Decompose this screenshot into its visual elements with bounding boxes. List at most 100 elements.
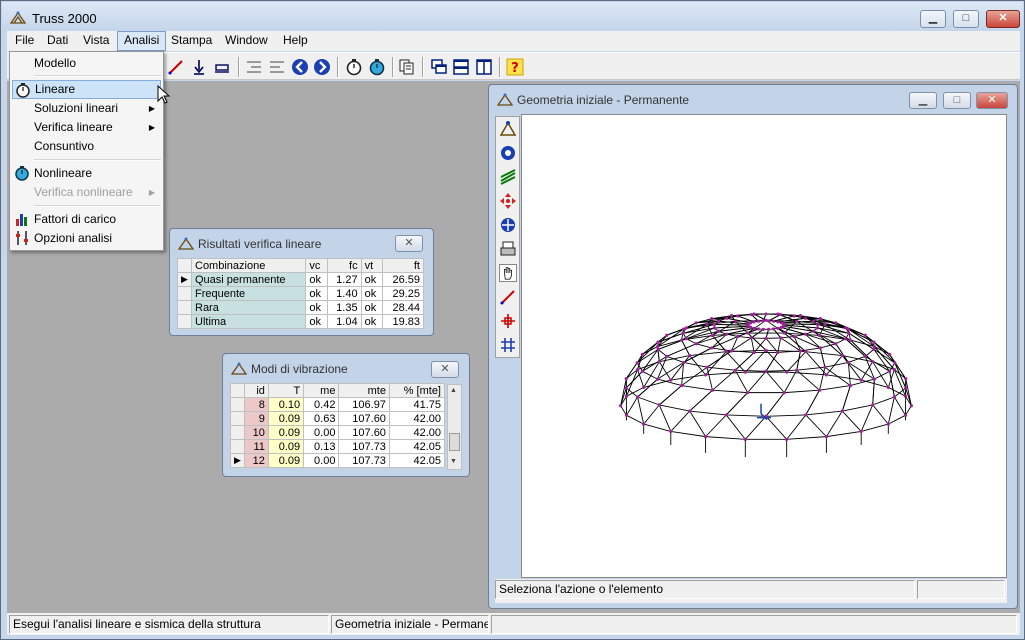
minimize-button[interactable]: ▁ xyxy=(920,10,946,28)
pan-icon[interactable] xyxy=(499,192,517,210)
col-fc: fc xyxy=(327,258,362,273)
menuitem-consuntivo[interactable]: Consuntivo xyxy=(12,137,161,156)
scroll-thumb[interactable] xyxy=(449,433,460,451)
menu-analisi[interactable]: Analisi xyxy=(117,31,167,51)
stopwatch-nonlinear-icon[interactable] xyxy=(368,58,386,76)
copy-pages-icon[interactable] xyxy=(398,58,416,76)
col-vt: vt xyxy=(360,258,384,273)
table-header-row: Combinazione vc fc vt ft xyxy=(177,258,424,273)
geometry-window: Geometria iniziale - Permanente ▁ □ ✕ Se… xyxy=(488,84,1018,609)
menuitem-opzioni-analisi[interactable]: Opzioni analisi xyxy=(12,229,161,248)
table-row[interactable]: Frequente ok 1.40 ok 29.25 xyxy=(177,286,424,301)
draw-member-icon[interactable] xyxy=(499,288,517,306)
list-right-icon[interactable] xyxy=(268,58,286,76)
list-left-icon[interactable] xyxy=(245,58,263,76)
truss-app-icon xyxy=(10,11,26,24)
col-id: id xyxy=(244,383,269,398)
table-row[interactable]: 8 0.10 0.42 106.97 41.75 xyxy=(230,397,446,412)
col-combinazione: Combinazione xyxy=(190,258,307,273)
menuitem-fattori-di-carico[interactable]: Fattori di carico xyxy=(12,210,161,229)
load-arrow-icon[interactable] xyxy=(190,58,208,76)
submenu-arrow-icon: ▶ xyxy=(148,123,155,132)
menuitem-nonlineare[interactable]: Nonlineare xyxy=(12,164,161,183)
analisi-dropdown: Modello Lineare Soluzioni lineari ▶ Verif… xyxy=(9,51,164,251)
cascade-windows-icon[interactable] xyxy=(430,58,448,76)
table-row[interactable]: 11 0.09 0.13 107.73 42.05 xyxy=(230,439,446,454)
back-arrow-icon[interactable] xyxy=(291,58,309,76)
sliders-icon xyxy=(16,231,28,245)
title-bar: Truss 2000 ▁ □ ✕ xyxy=(2,2,1023,32)
menu-dati[interactable]: Dati xyxy=(41,31,74,51)
col-me: me xyxy=(303,383,340,398)
geometry-toolbar xyxy=(495,116,520,358)
menuitem-verifica-lineare[interactable]: Verifica lineare ▶ xyxy=(12,118,161,137)
table-row[interactable]: 10 0.09 0.00 107.60 42.00 xyxy=(230,425,446,440)
scroll-down-icon[interactable]: ▼ xyxy=(450,458,457,465)
stopwatch-icon[interactable] xyxy=(345,58,363,76)
submenu-arrow-icon: ▶ xyxy=(148,104,155,113)
axis-gizmo xyxy=(757,403,771,421)
menuitem-soluzioni-lineari[interactable]: Soluzioni lineari ▶ xyxy=(12,99,161,118)
geometry-title: Geometria iniziale - Permanente xyxy=(517,93,690,107)
dome-members xyxy=(620,313,912,458)
current-row-indicator: ▶ xyxy=(230,453,245,468)
draw-line-icon[interactable] xyxy=(167,58,185,76)
geometry-maximize-button[interactable]: □ xyxy=(943,92,971,109)
table-row[interactable]: ▶ Quasi permanente ok 1.27 ok 26.59 xyxy=(177,272,424,287)
tile-vertical-icon[interactable] xyxy=(475,58,493,76)
col-percent-mte: % [mte] xyxy=(388,383,446,398)
maximize-button[interactable]: □ xyxy=(953,10,979,28)
table-header-row: id T me mte % [mte] xyxy=(230,383,446,398)
scroll-up-icon[interactable]: ▲ xyxy=(450,387,457,394)
menu-help[interactable]: Help xyxy=(277,31,314,51)
menuitem-lineare[interactable]: Lineare xyxy=(12,80,161,99)
table-row[interactable]: 9 0.09 0.63 107.60 42.00 xyxy=(230,411,446,426)
app-title: Truss 2000 xyxy=(32,11,97,26)
geometry-minimize-button[interactable]: ▁ xyxy=(909,92,937,109)
verifica-close-button[interactable]: ✕ xyxy=(395,235,423,252)
modi-close-button[interactable]: ✕ xyxy=(431,361,459,378)
print-icon[interactable] xyxy=(499,240,517,258)
table-row[interactable]: Ultima ok 1.04 ok 19.83 xyxy=(177,314,424,329)
modi-window: Modi di vibrazione ✕ id T me mte % [mte]… xyxy=(222,353,470,477)
stopwatch-nonlinear-icon xyxy=(15,166,29,181)
menu-window[interactable]: Window xyxy=(219,31,274,51)
node-icon[interactable] xyxy=(499,312,517,330)
col-mte: mte xyxy=(338,383,390,398)
verifica-title: Risultati verifica lineare xyxy=(198,237,322,251)
table-row[interactable]: Rara ok 1.35 ok 28.44 xyxy=(177,300,424,315)
support-icon[interactable] xyxy=(213,58,231,76)
menuitem-verifica-nonlineare: Verifica nonlineare ▶ xyxy=(12,183,161,202)
target-icon[interactable] xyxy=(499,216,517,234)
geometry-status-panel xyxy=(917,580,1005,599)
close-button[interactable]: ✕ xyxy=(986,10,1020,28)
modi-scrollbar[interactable]: ▲ ▼ xyxy=(447,384,462,470)
status-hint: Esegui l'analisi lineare e sismica della… xyxy=(9,615,329,634)
verifica-window: Risultati verifica lineare ✕ Combinazion… xyxy=(169,228,434,336)
menuitem-modello[interactable]: Modello xyxy=(12,54,161,73)
grid-icon[interactable] xyxy=(499,336,517,354)
menu-file[interactable]: File xyxy=(9,31,40,51)
layers-icon[interactable] xyxy=(499,168,517,186)
geometry-close-button[interactable]: ✕ xyxy=(976,92,1008,109)
modi-title: Modi di vibrazione xyxy=(251,362,348,376)
status-window: Geometria iniziale - Permanente xyxy=(331,615,489,634)
menu-bar: File Dati Vista Analisi Stampa Window He… xyxy=(7,31,1020,51)
tile-horizontal-icon[interactable] xyxy=(452,58,470,76)
menu-vista[interactable]: Vista xyxy=(77,31,115,51)
status-bar: Esegui l'analisi lineare e sismica della… xyxy=(7,613,1020,635)
truss-tool-icon[interactable] xyxy=(499,120,517,138)
status-extra xyxy=(491,615,1017,634)
hand-select-icon[interactable] xyxy=(499,264,517,282)
geometry-statusbar: Seleziona l'azione o l'elemento xyxy=(495,579,1007,603)
help-icon[interactable]: ? xyxy=(506,58,524,76)
truss-window-icon xyxy=(178,237,194,250)
table-row[interactable]: ▶ 12 0.09 0.00 107.73 42.05 xyxy=(230,453,446,468)
menu-stampa[interactable]: Stampa xyxy=(165,31,218,51)
rotate-view-icon[interactable] xyxy=(499,144,517,162)
current-row-indicator: ▶ xyxy=(177,272,192,287)
col-ft: ft xyxy=(382,258,424,273)
geometry-canvas[interactable] xyxy=(521,114,1007,578)
truss-window-icon xyxy=(231,362,247,375)
forward-arrow-icon[interactable] xyxy=(313,58,331,76)
